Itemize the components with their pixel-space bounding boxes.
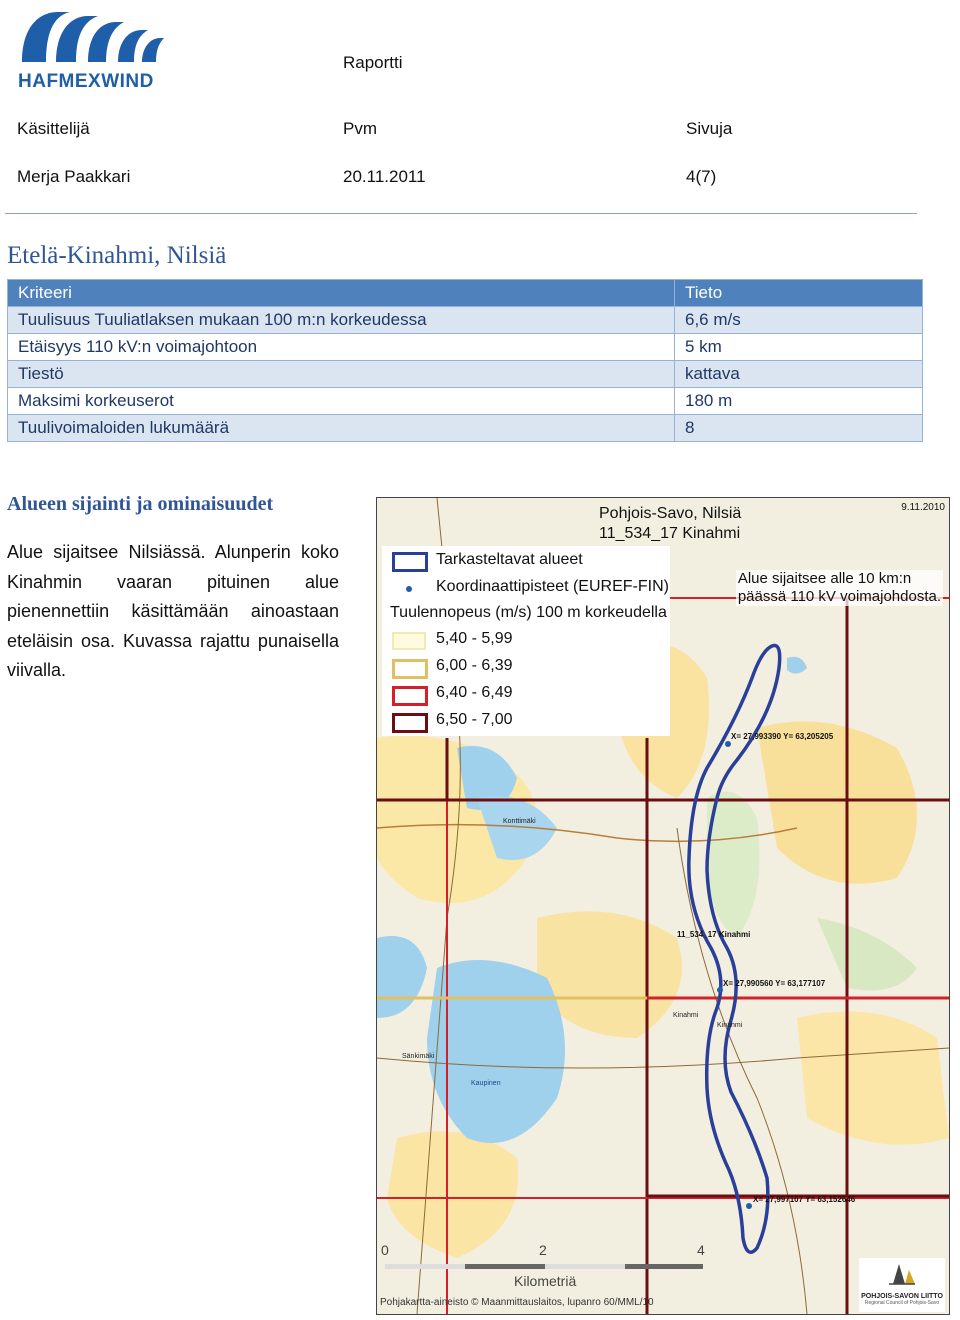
legend-point-icon	[406, 586, 412, 592]
map-note-line1: Alue sijaitsee alle 10 km:n	[737, 570, 912, 587]
criterion-cell: Etäisyys 110 kV:n voimajohtoon	[7, 333, 675, 361]
scale-label-4: 4	[697, 1242, 705, 1258]
criterion-cell: Tuulivoimaloiden lukumäärä	[7, 414, 675, 442]
info-cell: kattava	[674, 360, 923, 388]
legend-area-swatch	[392, 552, 428, 572]
map-title: Pohjois-Savo, Nilsiä 11_534_17 Kinahmi	[599, 504, 741, 544]
place-kinahmi-1: Kinahmi	[673, 1012, 699, 1019]
criteria-table: Kriteeri Tieto Tuulisuus Tuuliatlaksen m…	[7, 279, 923, 442]
report-label: Raportti	[343, 53, 403, 72]
table-row: Tuulivoimaloiden lukumäärä 8	[7, 414, 923, 442]
org-name: POHJOIS-SAVON LIITTO	[861, 1293, 943, 1300]
org-subtitle: Regional Council of Pohjois-Savo	[864, 1300, 940, 1306]
table-row: Maksimi korkeuserot 180 m	[7, 387, 923, 415]
description-paragraph: Alue sijaitsee Nilsiässä. Alunperin koko…	[7, 542, 339, 680]
scale-bar-segment	[385, 1264, 465, 1269]
legend-class-1: 5,40 - 5,99	[436, 630, 513, 647]
map-title-line2: 11_534_17 Kinahmi	[599, 525, 741, 542]
scale-unit: Kilometriä	[514, 1273, 577, 1289]
table-row: Tiestö kattava	[7, 360, 923, 388]
legend-swatch-4	[392, 713, 428, 733]
criterion-cell: Maksimi korkeuserot	[7, 387, 675, 415]
legend-class-2: 6,00 - 6,39	[436, 657, 513, 674]
company-logo: HAFMEXWIND	[18, 8, 168, 92]
table-row: Etäisyys 110 kV:n voimajohtoon 5 km	[7, 333, 923, 361]
page-title: Etelä-Kinahmi, Nilsiä	[7, 242, 227, 269]
section-title: Alueen sijainti ja ominaisuudet	[7, 493, 274, 515]
handler-label: Käsittelijä	[17, 119, 90, 138]
place-sankimaki: Sänkimäki	[402, 1053, 435, 1060]
header-divider	[5, 213, 917, 214]
place-kaupinen: Kaupinen	[471, 1080, 501, 1087]
map-figure: Pohjois-Savo, Nilsiä 11_534_17 Kinahmi 9…	[376, 497, 950, 1315]
column-header-info: Tieto	[674, 279, 923, 307]
column-header-criterion: Kriteeri	[7, 279, 675, 307]
logo-text: HAFMEXWIND	[18, 71, 154, 92]
info-cell: 180 m	[674, 387, 923, 415]
legend-class-3: 6,40 - 6,49	[436, 684, 513, 701]
legend-swatch-2	[392, 659, 428, 679]
legend-wind-heading: Tuulennopeus (m/s) 100 m korkeudella	[390, 604, 667, 621]
point-label-1: X= 27,993390 Y= 63,205205	[731, 732, 834, 741]
logo-mark-icon	[22, 12, 164, 62]
scale-label-2: 2	[539, 1242, 547, 1258]
legend-points-label: Koordinaattipisteet (EUREF-FIN)	[436, 578, 669, 595]
criterion-cell: Tuulisuus Tuuliatlaksen mukaan 100 m:n k…	[7, 306, 675, 334]
criterion-cell: Tiestö	[7, 360, 675, 388]
point-label-2: X= 27,990560 Y= 63,177107	[723, 979, 826, 988]
table-row: Tuulisuus Tuuliatlaksen mukaan 100 m:n k…	[7, 306, 923, 334]
table-header-row: Kriteeri Tieto	[7, 279, 923, 307]
pages-label: Sivuja	[686, 119, 733, 138]
info-cell: 8	[674, 414, 923, 442]
point-label-3: X= 27,997107 Y= 63,152646	[753, 1195, 856, 1204]
legend-areas-label: Tarkasteltavat alueet	[436, 551, 583, 568]
legend-class-4: 6,50 - 7,00	[436, 711, 513, 728]
date-value: 20.11.2011	[343, 167, 426, 186]
map-note-line2: päässä 110 kV voimajohdosta.	[737, 588, 941, 605]
info-cell: 5 km	[674, 333, 923, 361]
date-label: Pvm	[343, 119, 377, 138]
legend-swatch-1	[392, 632, 426, 650]
scale-bar-segment	[545, 1264, 625, 1269]
place-kinahmi-2: Kinahmi	[717, 1022, 743, 1029]
map-legend: Tarkasteltavat alueet Koordinaattipistee…	[382, 546, 670, 736]
handler-value: Merja Paakkari	[17, 167, 131, 186]
map-credit: Pohjakartta-aineisto © Maanmittauslaitos…	[380, 1297, 654, 1308]
legend-swatch-3	[392, 686, 428, 706]
area-label: 11_534_17 Kinahmi	[677, 930, 751, 939]
map-date: 9.11.2010	[901, 502, 945, 513]
org-logo-icon	[889, 1264, 915, 1285]
pages-value: 4(7)	[686, 167, 717, 186]
map-note: Alue sijaitsee alle 10 km:n päässä 110 k…	[735, 570, 943, 606]
info-cell: 6,6 m/s	[674, 306, 923, 334]
map-title-line1: Pohjois-Savo, Nilsiä	[599, 505, 742, 522]
place-konttimaki: Konttimäki	[503, 818, 536, 825]
org-logo: POHJOIS-SAVON LIITTO Regional Council of…	[859, 1258, 945, 1312]
scale-label-0: 0	[381, 1242, 389, 1258]
